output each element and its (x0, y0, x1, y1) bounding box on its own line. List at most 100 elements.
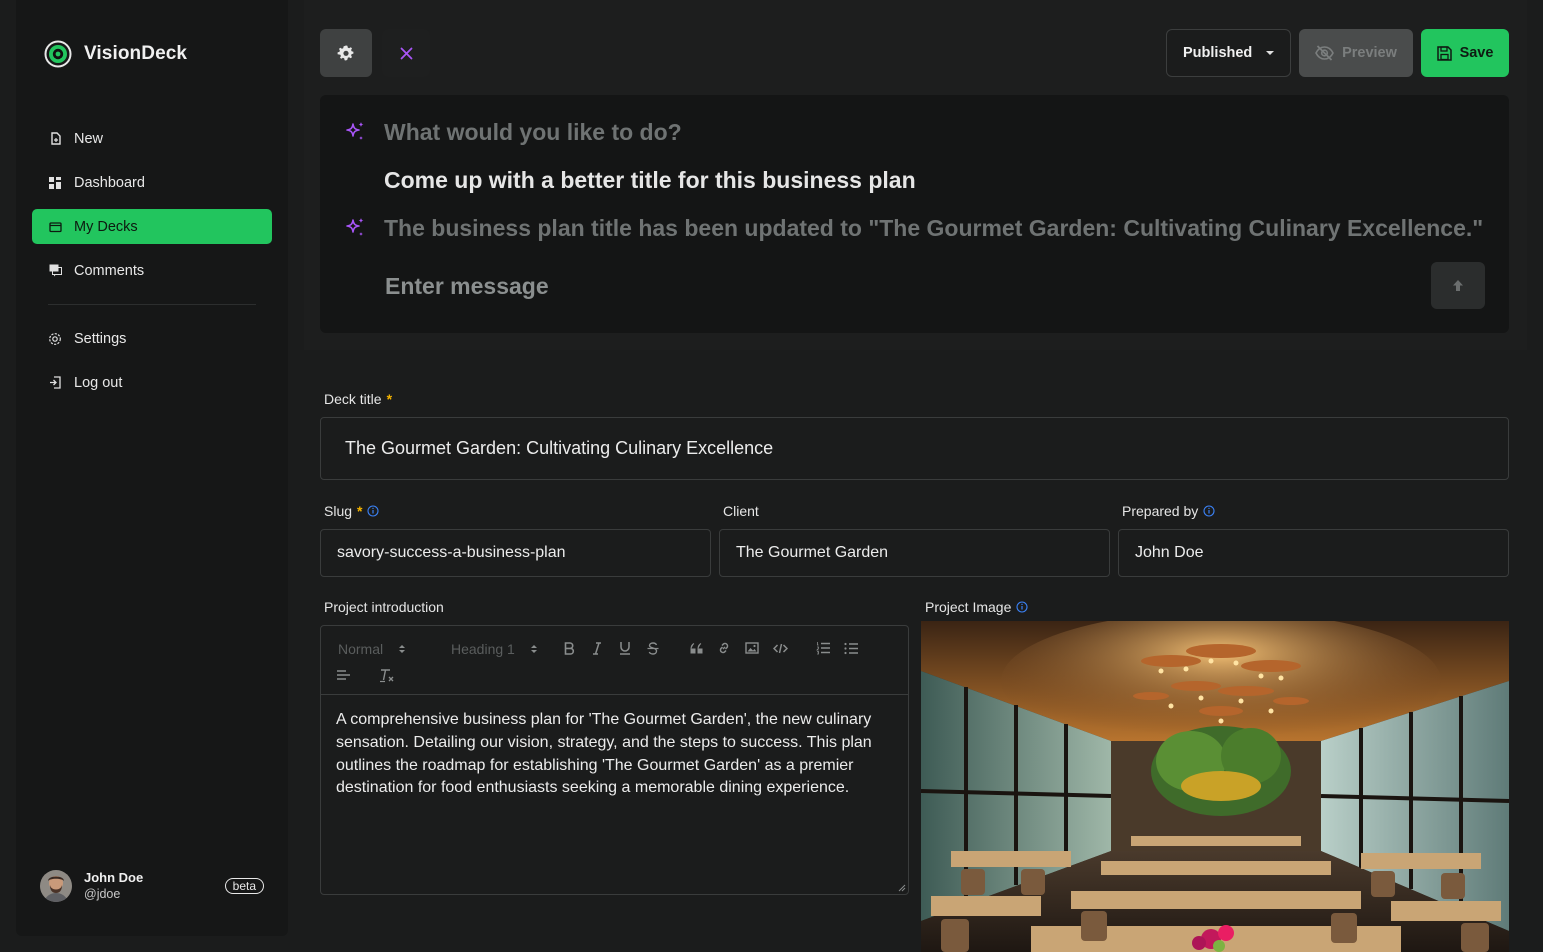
sidebar-item-settings[interactable]: Settings (32, 321, 272, 356)
save-label: Save (1459, 45, 1494, 61)
user-message: Come up with a better title for this bus… (384, 167, 916, 193)
arrow-up-icon (1453, 280, 1463, 291)
folder-icon (48, 220, 62, 234)
required-marker: * (386, 391, 393, 407)
deck-title-label: Deck title * (324, 391, 392, 407)
gear-icon (337, 45, 354, 61)
client-label: Client (723, 503, 759, 519)
sidebar-item-dashboard[interactable]: Dashboard (32, 165, 272, 200)
message-input[interactable] (385, 270, 1415, 302)
label-text: Project Image (925, 599, 1012, 615)
required-marker: * (357, 503, 363, 519)
project-introduction-label: Project introduction (324, 599, 444, 615)
editor-toolbar: Normal Heading 1 (321, 626, 908, 695)
sidebar-item-comments[interactable]: Comments (32, 253, 272, 288)
updown-icon (530, 645, 537, 653)
client-input[interactable] (719, 529, 1110, 577)
dashboard-icon (48, 176, 62, 190)
label-text: Client (723, 503, 759, 519)
prepared-by-label: Prepared by (1122, 503, 1215, 519)
sidebar-item-new[interactable]: New (32, 121, 272, 156)
slug-input[interactable] (320, 529, 711, 577)
close-icon (400, 47, 412, 59)
label-text: Prepared by (1122, 503, 1199, 519)
settings-button[interactable] (320, 29, 372, 77)
clear-formatting-button[interactable] (378, 666, 396, 684)
ai-reply-text: The business plan title has been updated… (384, 215, 1484, 241)
sidebar-divider (48, 304, 256, 305)
sidebar-item-label: Dashboard (74, 174, 145, 191)
blockquote-button[interactable] (687, 639, 705, 657)
heading-select[interactable]: Heading 1 (451, 641, 537, 657)
label-text: Slug (324, 503, 353, 519)
prepared-by-input[interactable] (1118, 529, 1509, 577)
label-text: Deck title (324, 391, 382, 407)
user-name: John Doe (84, 870, 144, 885)
sidebar: VisionDeck New Dashboard My Decks Commen… (16, 0, 288, 936)
align-button[interactable] (334, 666, 352, 684)
user-handle: @jdoe (84, 887, 121, 901)
project-image[interactable] (921, 621, 1509, 952)
sidebar-item-label: Settings (74, 330, 127, 347)
ordered-list-icon (815, 642, 830, 655)
comments-icon (48, 264, 62, 278)
editor-content[interactable]: A comprehensive business plan for 'The G… (336, 709, 896, 800)
eye-off-icon (1315, 45, 1334, 61)
save-button[interactable]: Save (1421, 29, 1509, 77)
updown-icon (399, 645, 406, 653)
italic-icon (593, 641, 601, 655)
project-image-label: Project Image (925, 599, 1028, 615)
info-icon[interactable] (1016, 601, 1028, 613)
gear-icon (48, 332, 62, 346)
brand[interactable]: VisionDeck (44, 40, 187, 68)
clear-format-icon (380, 668, 394, 682)
quote-icon (690, 642, 702, 653)
sidebar-nav: New Dashboard My Decks Comments Settings… (32, 121, 272, 409)
bullet-list-icon (843, 642, 858, 654)
strikethrough-button[interactable] (644, 639, 662, 657)
bullet-list-button[interactable] (842, 639, 860, 657)
close-assistant-button[interactable] (382, 29, 430, 77)
status-value: Published (1183, 45, 1253, 61)
sidebar-item-my-decks[interactable]: My Decks (32, 209, 272, 244)
preview-label: Preview (1342, 45, 1397, 61)
user-info: John Doe @jdoe (84, 870, 143, 902)
new-file-icon (48, 132, 62, 146)
sparkles-icon (346, 122, 364, 140)
sidebar-item-log-out[interactable]: Log out (32, 365, 272, 400)
save-icon (1436, 45, 1452, 61)
strikethrough-icon (647, 641, 659, 655)
send-button[interactable] (1431, 262, 1485, 309)
sparkles-icon (346, 218, 364, 236)
resize-handle-icon[interactable] (898, 884, 906, 892)
code-button[interactable] (771, 639, 789, 657)
brand-name: VisionDeck (84, 43, 188, 64)
block-style-select[interactable]: Normal (338, 641, 406, 657)
bold-button[interactable] (560, 639, 578, 657)
info-icon[interactable] (1203, 505, 1215, 517)
preview-button[interactable]: Preview (1299, 29, 1413, 77)
bold-icon (564, 641, 574, 655)
chevron-down-icon (1266, 51, 1274, 55)
rich-text-editor[interactable]: Normal Heading 1 A comprehensive busines… (320, 625, 909, 895)
user-profile[interactable]: John Doe @jdoe beta (40, 870, 264, 902)
deck-title-input[interactable] (320, 417, 1509, 480)
link-button[interactable] (715, 639, 733, 657)
label-text: Project introduction (324, 599, 444, 615)
status-dropdown[interactable]: Published (1166, 29, 1291, 77)
info-icon[interactable] (367, 505, 380, 517)
sidebar-item-label: New (74, 130, 104, 147)
heading-value: Heading 1 (451, 641, 515, 657)
underline-button[interactable] (616, 639, 634, 657)
image-button[interactable] (743, 639, 761, 657)
align-left-icon (337, 670, 350, 680)
underline-icon (620, 642, 630, 655)
ordered-list-button[interactable] (814, 639, 832, 657)
sidebar-item-label: Log out (74, 374, 123, 391)
beta-badge: beta (224, 878, 264, 894)
link-icon (719, 642, 729, 654)
ai-prompt-text: What would you like to do? (384, 119, 682, 145)
sidebar-item-label: Comments (74, 262, 145, 279)
italic-button[interactable] (588, 639, 606, 657)
slug-label: Slug * (324, 503, 380, 519)
